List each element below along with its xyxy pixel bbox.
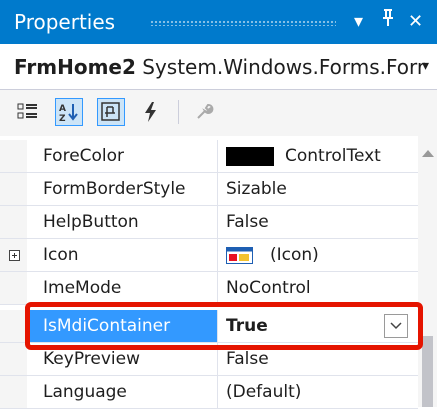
property-pages-icon[interactable] <box>190 98 218 126</box>
property-row-language[interactable]: Language (Default) <box>0 376 418 409</box>
triangle-down-icon[interactable]: ▾ <box>354 8 363 36</box>
property-value[interactable]: (Icon) <box>270 239 319 271</box>
property-name: KeyPreview <box>43 349 140 369</box>
property-value[interactable]: ControlText <box>285 140 381 172</box>
column-divider[interactable] <box>217 343 218 375</box>
row-gutter <box>0 376 27 408</box>
form-icon-preview <box>226 247 253 264</box>
pin-icon[interactable] <box>381 8 395 36</box>
property-grid: ForeColor ControlText FormBorderStyle Si… <box>0 136 437 409</box>
column-divider[interactable] <box>217 140 218 172</box>
row-gutter <box>0 272 27 304</box>
property-value[interactable]: False <box>226 343 269 375</box>
property-row-imemode[interactable]: ImeMode NoControl <box>0 272 418 305</box>
events-icon[interactable] <box>136 98 164 126</box>
column-divider[interactable] <box>217 173 218 205</box>
svg-text:Z: Z <box>59 114 66 122</box>
column-divider[interactable] <box>217 376 218 408</box>
property-name: ForeColor <box>43 146 125 166</box>
color-swatch <box>226 147 274 166</box>
properties-title-bar: Properties ▾ ✕ <box>0 0 437 44</box>
property-value[interactable]: True <box>226 310 268 342</box>
property-row-keypreview[interactable]: KeyPreview False <box>0 343 418 376</box>
column-divider[interactable] <box>217 310 218 342</box>
column-divider[interactable] <box>217 206 218 238</box>
categorized-icon[interactable] <box>14 98 42 126</box>
property-row-icon[interactable]: Icon (Icon) <box>0 239 418 272</box>
property-row-helpbutton[interactable]: HelpButton False <box>0 206 418 239</box>
scroll-up-icon[interactable] <box>422 150 434 157</box>
column-divider[interactable] <box>217 239 218 271</box>
property-value[interactable]: Sizable <box>226 173 287 205</box>
property-value[interactable]: False <box>226 206 269 238</box>
object-selector-label: FrmHome2 System.Windows.Forms.Forr <box>14 54 425 80</box>
scroll-thumb[interactable] <box>422 336 433 407</box>
row-gutter <box>0 343 27 375</box>
property-name: Language <box>43 382 127 402</box>
property-name: HelpButton <box>43 212 139 232</box>
property-name: ImeMode <box>43 278 122 298</box>
properties-toolbar: AZ <box>0 90 437 136</box>
object-selector[interactable]: FrmHome2 System.Windows.Forms.Forr ▾ <box>0 44 437 90</box>
object-type: System.Windows.Forms.Forr <box>142 55 426 79</box>
object-selector-dropdown-icon[interactable]: ▾ <box>422 58 429 74</box>
property-row-ismdicontainer[interactable]: IsMdiContainer True <box>0 310 418 343</box>
alphabetical-icon[interactable]: AZ <box>55 98 83 126</box>
expand-icon[interactable] <box>9 250 20 261</box>
panel-title: Properties <box>14 10 116 34</box>
property-name: FormBorderStyle <box>43 179 186 199</box>
property-value[interactable]: NoControl <box>226 272 311 304</box>
row-gutter <box>0 310 27 342</box>
property-name: Icon <box>43 245 79 265</box>
drag-grip[interactable] <box>150 20 336 26</box>
chevron-down-icon <box>390 322 402 330</box>
close-icon[interactable]: ✕ <box>408 8 423 36</box>
toolbar-separator <box>178 100 179 124</box>
property-value[interactable]: (Default) <box>226 376 301 408</box>
property-row-forecolor[interactable]: ForeColor ControlText <box>0 140 418 173</box>
vertical-scrollbar[interactable] <box>418 136 437 407</box>
property-name: IsMdiContainer <box>43 316 171 336</box>
value-dropdown-button[interactable] <box>384 314 408 338</box>
row-gutter <box>0 206 27 238</box>
row-gutter <box>0 173 27 205</box>
column-divider[interactable] <box>217 272 218 304</box>
svg-text:A: A <box>59 104 66 114</box>
properties-icon[interactable] <box>97 98 125 126</box>
property-row-formborderstyle[interactable]: FormBorderStyle Sizable <box>0 173 418 206</box>
row-gutter <box>0 140 27 172</box>
object-name: FrmHome2 <box>14 55 136 79</box>
